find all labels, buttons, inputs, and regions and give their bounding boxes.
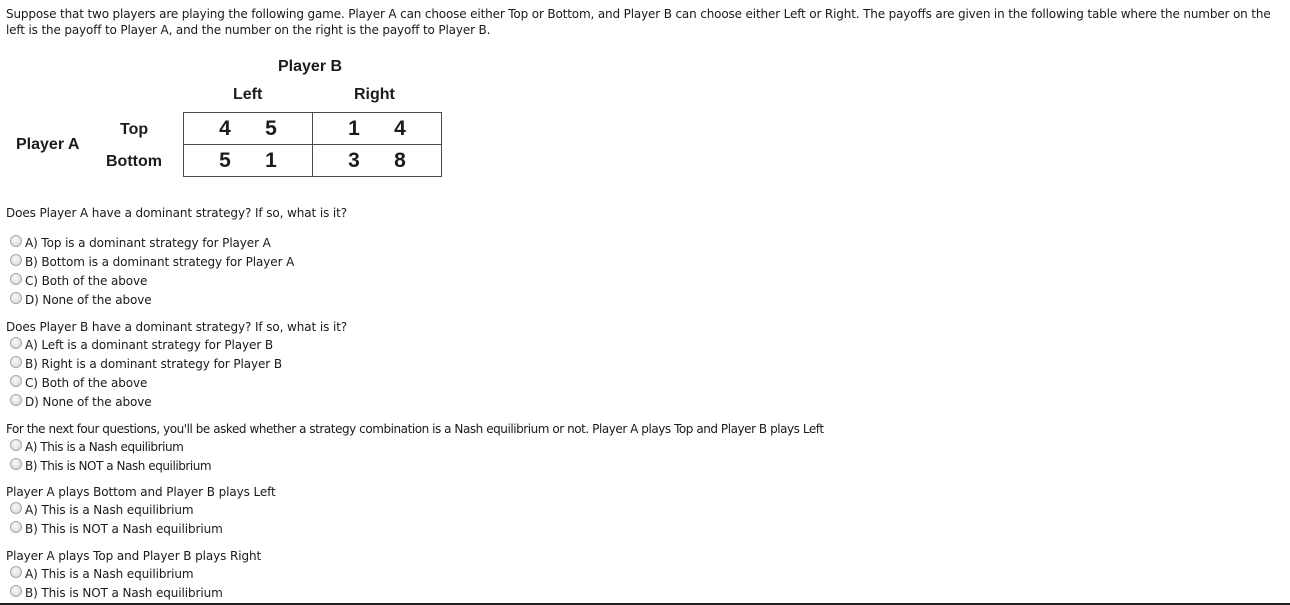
- payoff-a: 4: [219, 116, 231, 140]
- option-label: B) Bottom is a dominant strategy for Pla…: [25, 254, 295, 269]
- row-header-top: Top: [120, 121, 149, 138]
- payoff-b: 4: [394, 116, 406, 140]
- q2-option-a[interactable]: A) Left is a dominant strategy for Playe…: [10, 335, 273, 354]
- q5-option-b[interactable]: B) This is NOT a Nash equilibrium: [10, 583, 223, 602]
- payoff-row-bottom: 5 1 3 8: [183, 144, 442, 177]
- payoff-a: 1: [348, 116, 360, 140]
- radio-button[interactable]: [10, 254, 22, 266]
- radio-button[interactable]: [10, 375, 22, 387]
- radio-button[interactable]: [10, 394, 22, 406]
- q1-option-a[interactable]: A) Top is a dominant strategy for Player…: [10, 233, 271, 252]
- radio-button[interactable]: [10, 566, 22, 578]
- column-player-label: Player B: [278, 58, 343, 75]
- option-label: A) This is a Nash equilibrium: [25, 566, 194, 581]
- q1-option-d[interactable]: D) None of the above: [10, 290, 152, 309]
- option-label: B) This is NOT a Nash equilibrium: [25, 521, 223, 536]
- payoff-cell-top-left: 4 5: [183, 112, 313, 145]
- payoff-b: 8: [394, 148, 406, 172]
- radio-button[interactable]: [10, 502, 22, 514]
- option-label: B) This is NOT a Nash equilibrium: [25, 585, 223, 600]
- option-label: A) Left is a dominant strategy for Playe…: [25, 337, 273, 352]
- row-header-bottom: Bottom: [106, 153, 162, 170]
- question-3-prompt: For the next four questions, you'll be a…: [6, 422, 824, 436]
- q5-option-a[interactable]: A) This is a Nash equilibrium: [10, 564, 194, 583]
- problem-intro: Suppose that two players are playing the…: [6, 7, 1271, 37]
- radio-button[interactable]: [10, 521, 22, 533]
- payoff-cell-bottom-left: 5 1: [183, 144, 313, 177]
- radio-button[interactable]: [10, 292, 22, 304]
- q1-option-c[interactable]: C) Both of the above: [10, 271, 147, 290]
- radio-button[interactable]: [10, 356, 22, 368]
- payoff-a: 3: [348, 148, 360, 172]
- q3-option-b[interactable]: B) This is NOT a Nash equilibrium: [10, 456, 212, 475]
- radio-button[interactable]: [10, 585, 22, 597]
- option-label: D) None of the above: [25, 292, 152, 307]
- q2-option-d[interactable]: D) None of the above: [10, 392, 152, 411]
- option-label: D) None of the above: [25, 394, 152, 409]
- q4-option-b[interactable]: B) This is NOT a Nash equilibrium: [10, 519, 223, 538]
- question-1-prompt: Does Player A have a dominant strategy? …: [6, 206, 348, 220]
- option-label: C) Both of the above: [25, 273, 148, 288]
- radio-button[interactable]: [10, 458, 22, 470]
- q2-option-c[interactable]: C) Both of the above: [10, 373, 147, 392]
- option-label: B) Right is a dominant strategy for Play…: [25, 356, 282, 371]
- option-label: A) Top is a dominant strategy for Player…: [25, 235, 271, 250]
- q4-option-a[interactable]: A) This is a Nash equilibrium: [10, 500, 194, 519]
- payoff-a: 5: [219, 148, 231, 172]
- column-header-right: Right: [354, 86, 395, 103]
- radio-button[interactable]: [10, 439, 22, 451]
- payoff-cell-bottom-right: 3 8: [312, 144, 442, 177]
- q1-option-b[interactable]: B) Bottom is a dominant strategy for Pla…: [10, 252, 294, 271]
- payoff-cell-top-right: 1 4: [312, 112, 442, 145]
- q2-option-b[interactable]: B) Right is a dominant strategy for Play…: [10, 354, 282, 373]
- radio-button[interactable]: [10, 337, 22, 349]
- payoff-b: 5: [265, 116, 277, 140]
- option-label: A) This is a Nash equilibrium: [25, 502, 194, 517]
- payoff-matrix-figure: Player B Left Right Player A Top Bottom …: [0, 50, 460, 185]
- column-header-left: Left: [233, 86, 263, 103]
- radio-button[interactable]: [10, 235, 22, 247]
- payoff-table: 4 5 1 4 5 1 3 8: [183, 112, 442, 177]
- payoff-b: 1: [265, 148, 277, 172]
- row-player-label: Player A: [16, 136, 80, 153]
- radio-button[interactable]: [10, 273, 22, 285]
- option-label: A) This is a Nash equilibrium: [25, 439, 184, 454]
- question-2-prompt: Does Player B have a dominant strategy? …: [6, 320, 348, 334]
- option-label: C) Both of the above: [25, 375, 148, 390]
- question-5-prompt: Player A plays Top and Player B plays Ri…: [6, 549, 262, 563]
- question-4-prompt: Player A plays Bottom and Player B plays…: [6, 485, 276, 499]
- payoff-row-top: 4 5 1 4: [183, 112, 442, 145]
- q3-option-a[interactable]: A) This is a Nash equilibrium: [10, 437, 184, 456]
- option-label: B) This is NOT a Nash equilibrium: [25, 458, 212, 473]
